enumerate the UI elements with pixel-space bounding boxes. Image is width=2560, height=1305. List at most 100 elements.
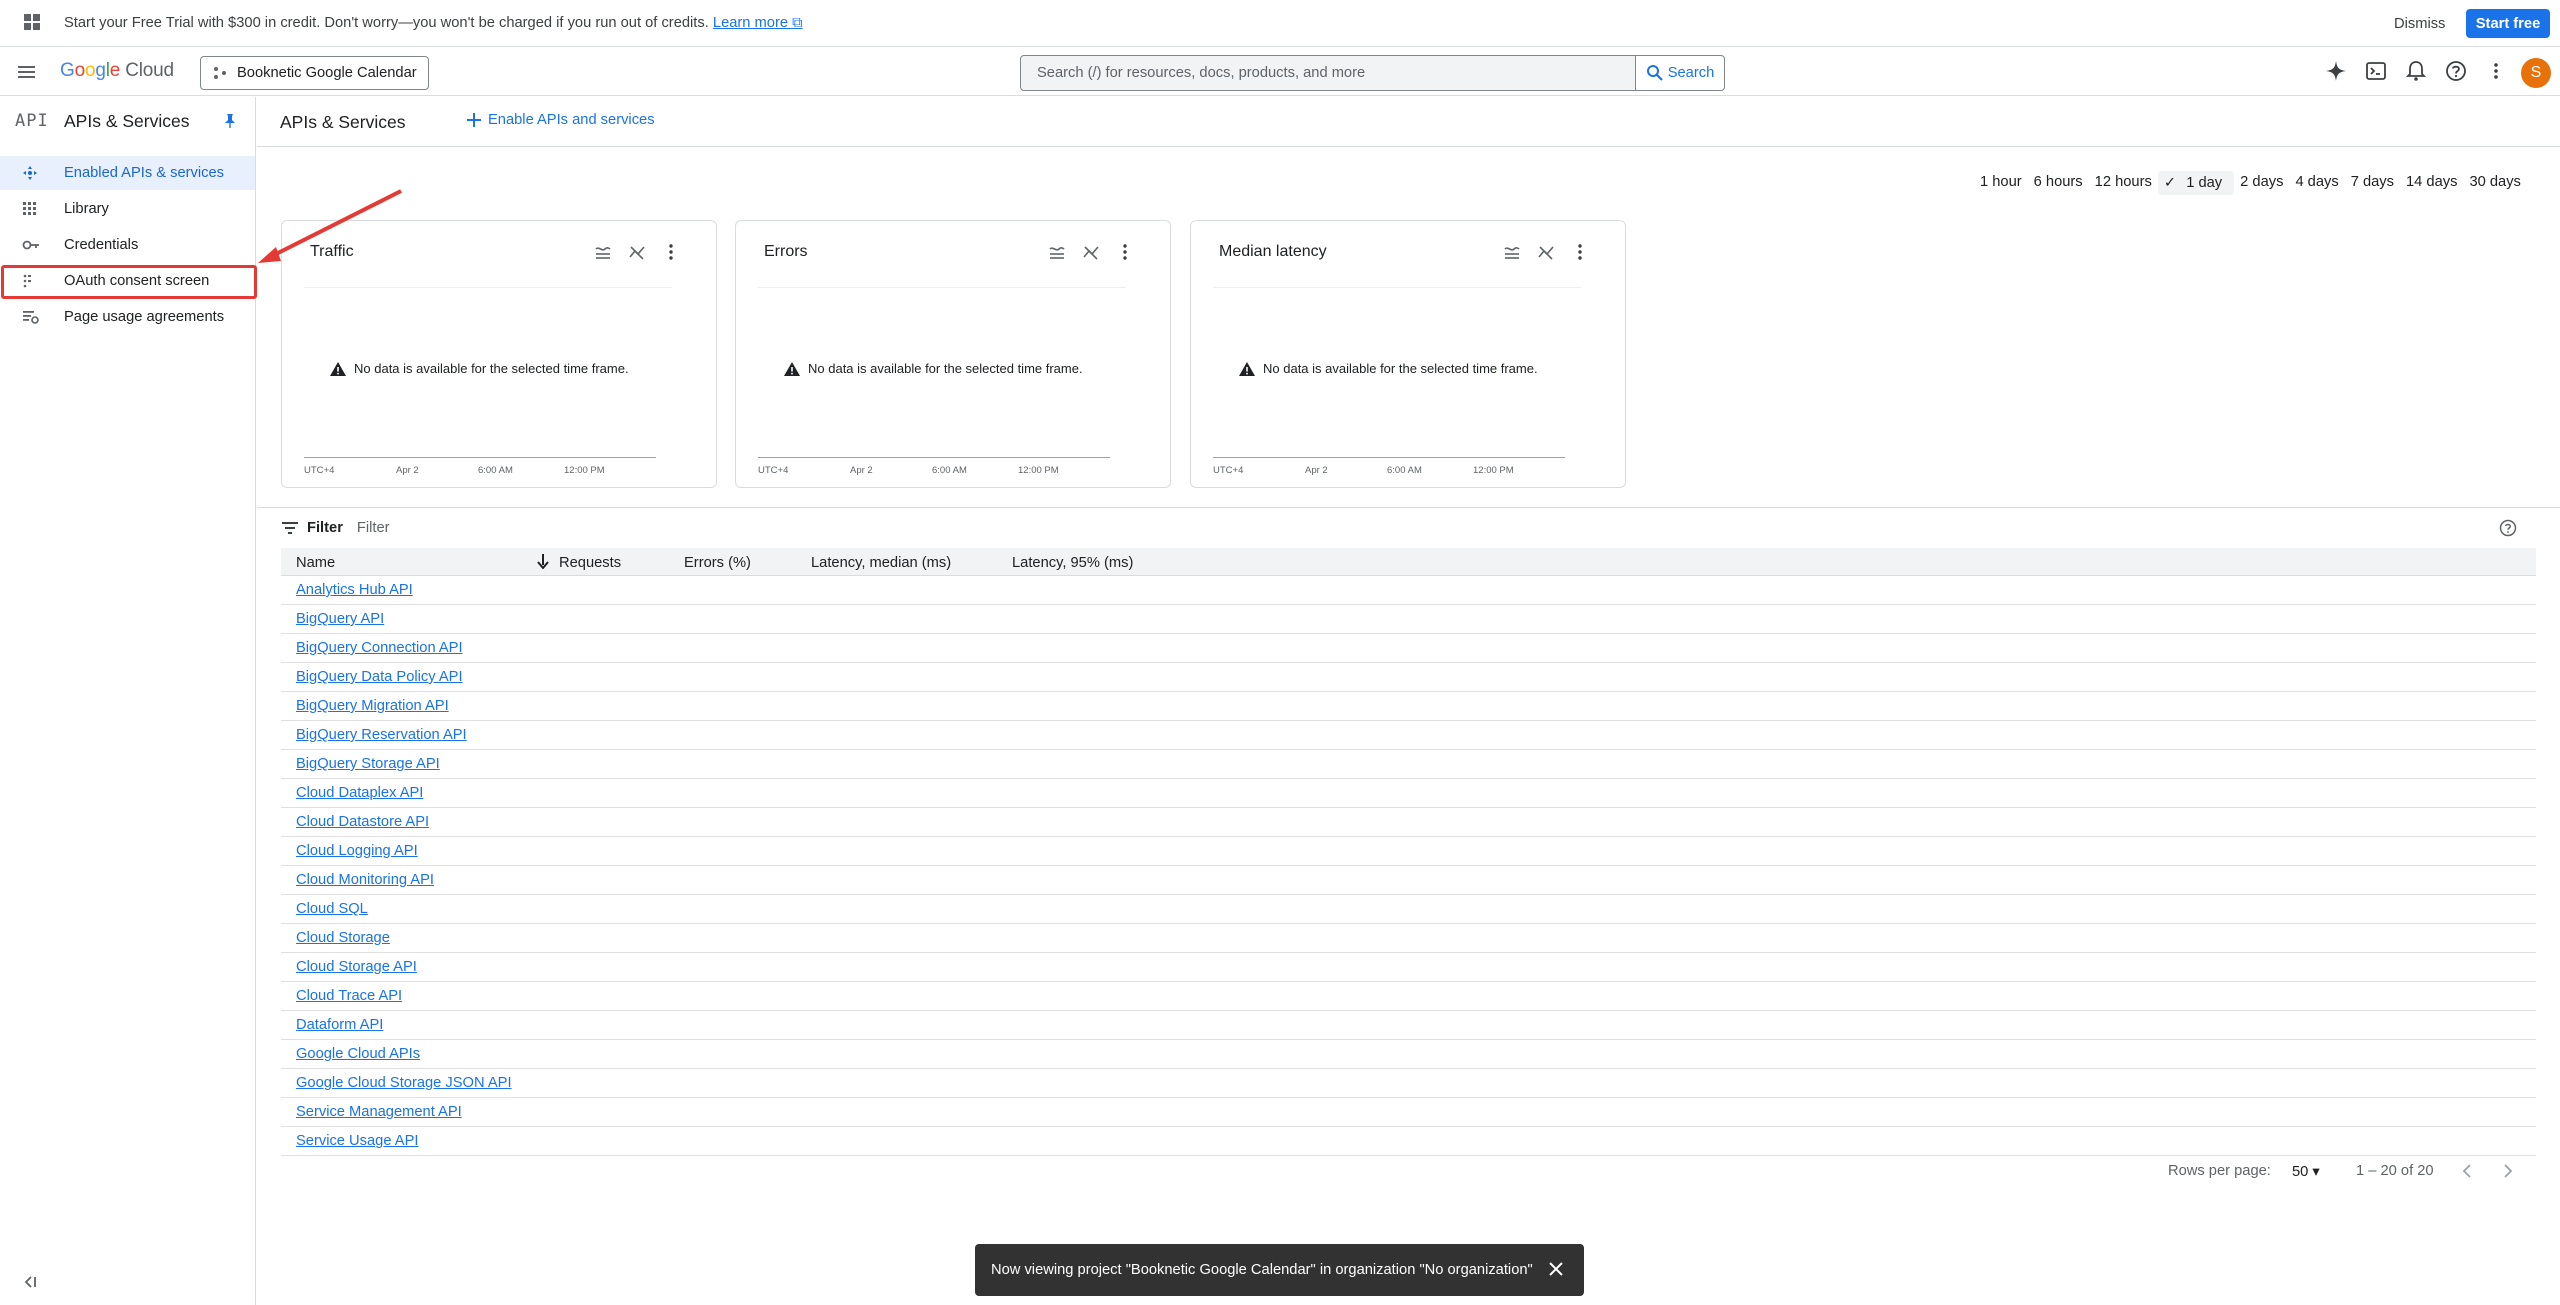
banner-text: Start your Free Trial with $300 in credi… (64, 15, 709, 31)
range-1-hour[interactable]: 1 hour (1974, 171, 2028, 195)
next-page-icon[interactable] (2501, 1163, 2515, 1179)
range-2-days[interactable]: 2 days (2234, 171, 2289, 195)
prev-page-icon[interactable] (2460, 1163, 2474, 1179)
more-vert-icon[interactable] (662, 243, 680, 261)
hamburger-menu-icon[interactable] (16, 61, 38, 83)
learn-more-link[interactable]: Learn more ⧉ (713, 15, 803, 31)
gemini-sparkle-icon[interactable] (2325, 60, 2347, 82)
api-link[interactable]: Google Cloud APIs (296, 1046, 420, 1062)
api-link[interactable]: BigQuery Migration API (296, 698, 449, 714)
help-icon[interactable] (2445, 60, 2467, 82)
more-vert-icon[interactable] (1571, 243, 1589, 261)
table-row: Cloud Storage (281, 924, 2536, 953)
sidebar-item-label: Credentials (64, 237, 139, 253)
google-cloud-logo[interactable]: Google Cloud (60, 60, 174, 82)
filter-bar[interactable]: Filter Filter (281, 516, 390, 540)
column-name[interactable]: Name (296, 555, 335, 571)
range-14-days[interactable]: 14 days (2400, 171, 2463, 195)
filter-input[interactable]: Filter (357, 520, 390, 536)
sidebar-item-page-usage[interactable]: Page usage agreements (0, 300, 255, 334)
range-1-day[interactable]: ✓ 1 day (2157, 171, 2235, 195)
sidebar-item-enabled-apis[interactable]: Enabled APIs & services (0, 156, 255, 190)
column-errors[interactable]: Errors (%) (684, 555, 751, 571)
api-link[interactable]: BigQuery Connection API (296, 640, 463, 656)
sidebar-item-label: Enabled APIs & services (64, 165, 225, 181)
card-title: Median latency (1219, 243, 1327, 260)
more-vert-icon[interactable] (2485, 60, 2507, 82)
api-link[interactable]: Service Management API (296, 1104, 462, 1120)
notifications-bell-icon[interactable] (2405, 60, 2427, 82)
api-link[interactable]: Cloud Trace API (296, 988, 402, 1004)
range-30-days[interactable]: 30 days (2463, 171, 2526, 195)
column-latency-95[interactable]: Latency, 95% (ms) (1012, 555, 1133, 571)
api-link[interactable]: Analytics Hub API (296, 582, 413, 598)
table-row: Cloud Monitoring API (281, 866, 2536, 895)
legend-icon[interactable] (594, 243, 612, 261)
start-free-button[interactable]: Start free (2466, 9, 2550, 38)
explore-chart-icon[interactable] (628, 243, 646, 261)
api-link[interactable]: Cloud Dataplex API (296, 785, 423, 801)
search-button[interactable]: Search (1635, 55, 1725, 91)
table-row: Analytics Hub API (281, 576, 2536, 605)
api-link[interactable]: Cloud Logging API (296, 843, 418, 859)
x-tick: 6:00 AM (932, 465, 967, 476)
cloud-shell-icon[interactable] (2365, 60, 2387, 82)
pagination-range: 1 – 20 of 20 (2356, 1163, 2434, 1179)
x-tick: 6:00 AM (1387, 465, 1422, 476)
range-4-days[interactable]: 4 days (2289, 171, 2344, 195)
x-tick: UTC+4 (1213, 465, 1244, 476)
more-vert-icon[interactable] (1116, 243, 1134, 261)
api-link[interactable]: Service Usage API (296, 1133, 418, 1149)
search-placeholder: Search (/) for resources, docs, products… (1037, 65, 1366, 81)
range-12-hours[interactable]: 12 hours (2089, 171, 2158, 195)
no-data-text: No data is available for the selected ti… (354, 361, 629, 376)
api-link[interactable]: BigQuery Data Policy API (296, 669, 463, 685)
sidebar-item-library[interactable]: Library (0, 192, 255, 226)
account-avatar[interactable]: S (2521, 58, 2551, 88)
explore-chart-icon[interactable] (1082, 243, 1100, 261)
api-logo-icon: API (15, 111, 49, 131)
api-link[interactable]: Cloud Monitoring API (296, 872, 434, 888)
x-tick: Apr 2 (396, 465, 419, 476)
help-icon[interactable] (2499, 519, 2517, 537)
no-data-text: No data is available for the selected ti… (1263, 361, 1538, 376)
api-link[interactable]: BigQuery Reservation API (296, 727, 467, 743)
table-row: BigQuery API (281, 605, 2536, 634)
x-tick: 12:00 PM (564, 465, 605, 476)
column-latency-median[interactable]: Latency, median (ms) (811, 555, 951, 571)
pin-icon[interactable] (222, 113, 238, 129)
api-link[interactable]: Cloud SQL (296, 901, 368, 917)
api-link[interactable]: Google Cloud Storage JSON API (296, 1075, 512, 1091)
range-7-days[interactable]: 7 days (2345, 171, 2400, 195)
no-data-message: No data is available for the selected ti… (784, 361, 1083, 376)
table-row: BigQuery Storage API (281, 750, 2536, 779)
api-link[interactable]: Dataform API (296, 1017, 383, 1033)
enable-apis-button[interactable]: Enable APIs and services (466, 112, 655, 128)
divider (257, 146, 2560, 147)
column-requests[interactable]: Requests (559, 555, 621, 571)
api-link[interactable]: Cloud Datastore API (296, 814, 429, 830)
rows-per-page-select[interactable]: 50 ▾ (2292, 1163, 2320, 1180)
project-name: Booknetic Google Calendar (237, 65, 417, 81)
search-input[interactable]: Search (/) for resources, docs, products… (1020, 55, 1636, 91)
sidebar-item-credentials[interactable]: Credentials (0, 228, 255, 262)
api-link[interactable]: Cloud Storage (296, 930, 390, 946)
x-tick: Apr 2 (1305, 465, 1328, 476)
explore-chart-icon[interactable] (1537, 243, 1555, 261)
median-latency-card: Median latency No data is available for … (1190, 220, 1626, 488)
legend-icon[interactable] (1503, 243, 1521, 261)
legend-icon[interactable] (1048, 243, 1066, 261)
range-6-hours[interactable]: 6 hours (2028, 171, 2089, 195)
api-link[interactable]: BigQuery Storage API (296, 756, 440, 772)
api-link[interactable]: Cloud Storage API (296, 959, 417, 975)
logo-google: Google (60, 60, 121, 81)
table-row: Cloud SQL (281, 895, 2536, 924)
banner-message: Start your Free Trial with $300 in credi… (64, 15, 803, 31)
project-selector[interactable]: Booknetic Google Calendar (200, 56, 429, 90)
sort-desc-arrow-icon[interactable] (536, 553, 550, 569)
table-row: BigQuery Migration API (281, 692, 2536, 721)
dismiss-button[interactable]: Dismiss (2386, 10, 2453, 38)
collapse-sidebar-icon[interactable] (22, 1274, 38, 1290)
close-icon[interactable] (1547, 1260, 1565, 1278)
api-link[interactable]: BigQuery API (296, 611, 384, 627)
